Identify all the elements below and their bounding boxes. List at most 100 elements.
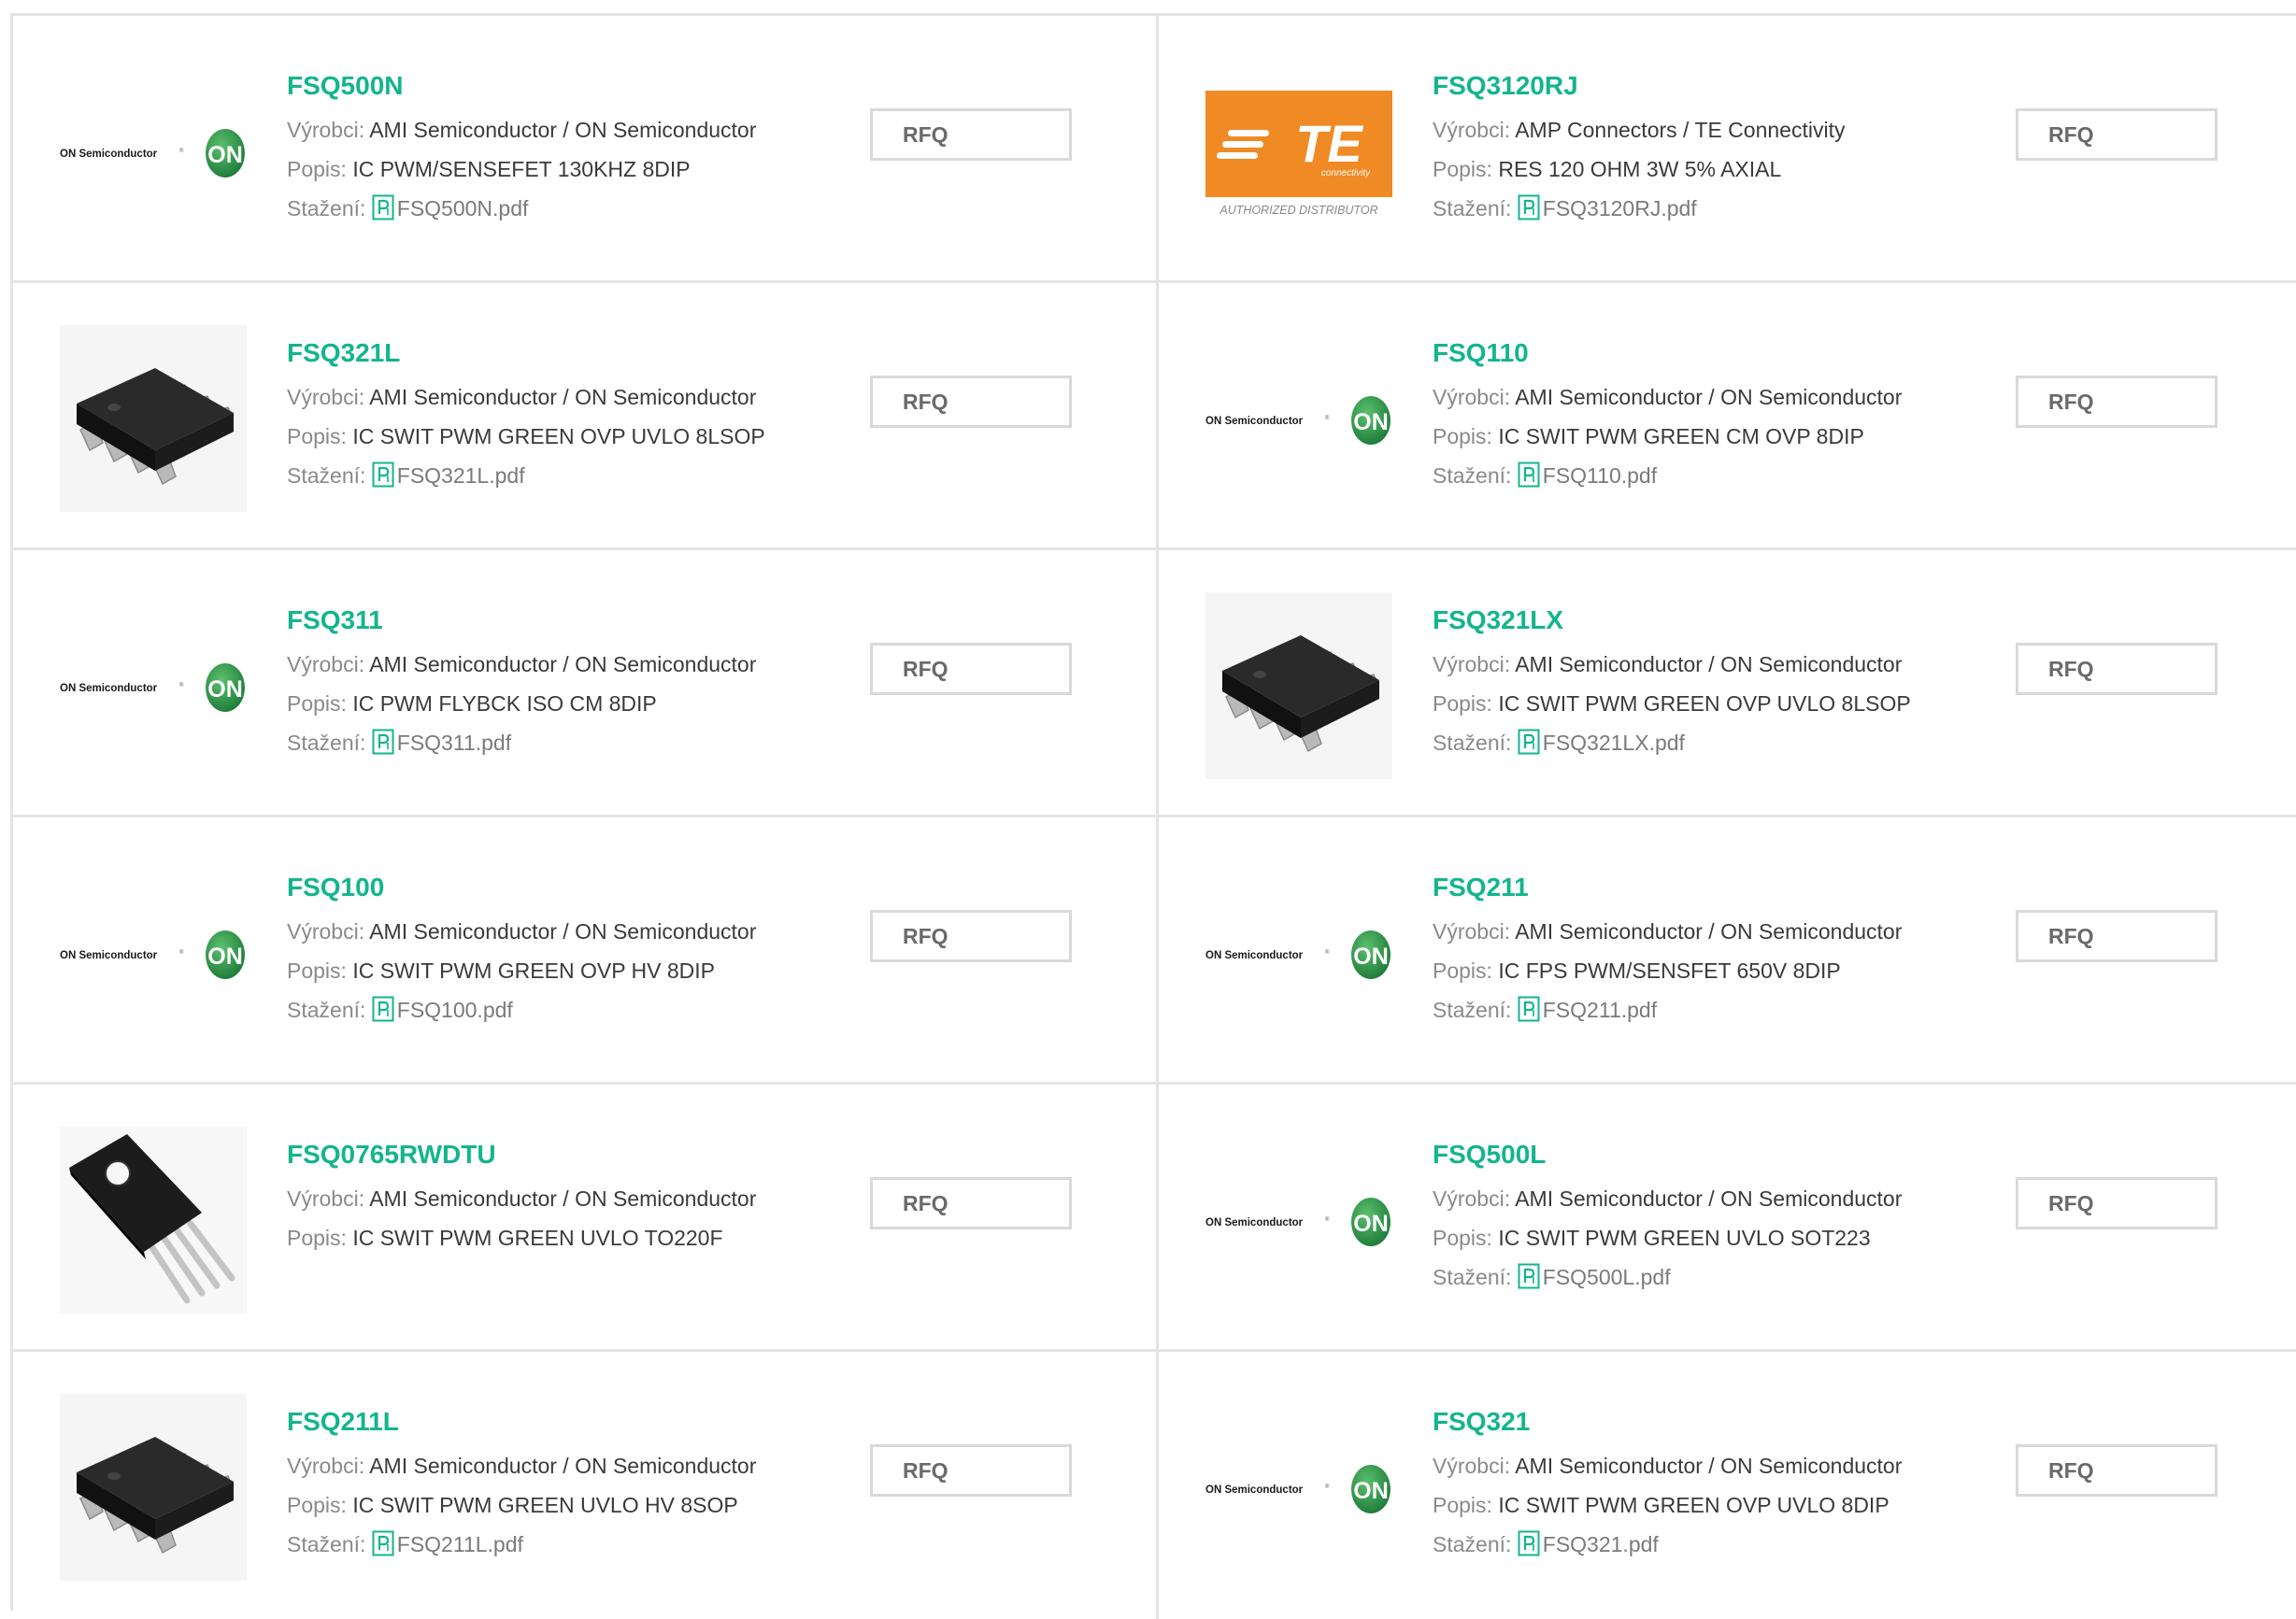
part-number-link[interactable]: FSQ321LX xyxy=(1433,602,1563,639)
part-number-link[interactable]: FSQ500L xyxy=(1433,1136,1546,1173)
description-value: IC PWM FLYBCK ISO CM 8DIP xyxy=(352,691,657,716)
part-number-link[interactable]: FSQ211L xyxy=(287,1403,399,1441)
description-label: Popis: xyxy=(1433,959,1499,983)
manufacturer-label: Výrobci: xyxy=(287,1454,370,1478)
product-card: FSQ321LX Výrobci: AMI Semiconductor / ON… xyxy=(1159,550,2296,817)
part-number-link[interactable]: FSQ100 xyxy=(287,869,384,906)
manufacturer-label: Výrobci: xyxy=(1433,1186,1516,1211)
pdf-icon[interactable] xyxy=(1518,728,1540,755)
manufacturer-label: Výrobci: xyxy=(287,1186,370,1211)
datasheet-link[interactable]: FSQ321L.pdf xyxy=(397,463,525,488)
svg-text:ON: ON xyxy=(1353,944,1389,970)
part-number-link[interactable]: FSQ0765RWDTU xyxy=(287,1136,496,1173)
description-value: IC SWIT PWM GREEN OVP HV 8DIP xyxy=(352,959,715,983)
pdf-icon[interactable] xyxy=(372,193,394,220)
datasheet-link[interactable]: FSQ211L.pdf xyxy=(397,1532,523,1556)
manufacturer-label: Výrobci: xyxy=(287,919,370,944)
download-label: Stažení: xyxy=(287,1532,372,1556)
product-image[interactable]: ON Semiconductor ® ON xyxy=(60,859,247,1046)
sop8-chip-icon xyxy=(60,1394,247,1581)
pdf-icon[interactable] xyxy=(1518,995,1540,1022)
download-row: Stažení: FSQ100.pdf xyxy=(287,990,866,1030)
rfq-button[interactable]: RFQ xyxy=(2016,108,2218,161)
product-info: FSQ110 Výrobci: AMI Semiconductor / ON S… xyxy=(1433,334,2012,495)
rfq-button[interactable]: RFQ xyxy=(870,1444,1072,1497)
svg-text:®: ® xyxy=(1325,1216,1330,1223)
product-image[interactable]: TE connectivity AUTHORIZED DISTRIBUTOR xyxy=(1205,58,1392,245)
rfq-button[interactable]: RFQ xyxy=(870,910,1072,962)
datasheet-link[interactable]: FSQ500N.pdf xyxy=(397,196,529,220)
part-number-link[interactable]: FSQ3120RJ xyxy=(1433,67,1578,105)
product-card: ON Semiconductor ® ON FSQ500N Výrobci: AMI… xyxy=(13,16,1159,283)
download-label: Stažení: xyxy=(287,196,372,220)
rfq-button[interactable]: RFQ xyxy=(2016,1177,2218,1229)
rfq-button[interactable]: RFQ xyxy=(2016,643,2218,695)
pdf-icon[interactable] xyxy=(372,728,394,755)
svg-text:ON: ON xyxy=(207,142,243,168)
description-row: Popis: IC SWIT PWM GREEN UVLO TO220F xyxy=(287,1218,866,1257)
product-image[interactable]: ON Semiconductor ® ON xyxy=(1205,859,1392,1046)
datasheet-link[interactable]: FSQ3120RJ.pdf xyxy=(1543,196,1697,220)
description-value: IC SWIT PWM GREEN OVP UVLO 8LSOP xyxy=(1498,691,1911,716)
part-number-link[interactable]: FSQ311 xyxy=(287,602,383,639)
svg-text:ON Semiconductor: ON Semiconductor xyxy=(60,149,158,160)
product-image[interactable] xyxy=(60,325,247,512)
svg-text:ON Semiconductor: ON Semiconductor xyxy=(1205,1217,1304,1228)
rfq-button[interactable]: RFQ xyxy=(870,643,1072,695)
rfq-button[interactable]: RFQ xyxy=(870,1177,1072,1229)
product-image[interactable]: ON Semiconductor ® ON xyxy=(1205,325,1392,512)
pdf-icon[interactable] xyxy=(1518,1529,1540,1556)
product-image[interactable]: ON Semiconductor ® ON xyxy=(1205,1394,1392,1581)
product-image[interactable] xyxy=(60,1394,247,1581)
part-number-link[interactable]: FSQ211 xyxy=(1433,869,1529,906)
datasheet-link[interactable]: FSQ321.pdf xyxy=(1543,1532,1659,1556)
te-connectivity-logo-icon: TEconnectivity AUTHORIZED DISTRIBUTOR xyxy=(1205,91,1392,217)
part-number-link[interactable]: FSQ110 xyxy=(1433,334,1529,372)
description-label: Popis: xyxy=(1433,157,1499,181)
datasheet-link[interactable]: FSQ211.pdf xyxy=(1543,998,1657,1022)
datasheet-link[interactable]: FSQ321LX.pdf xyxy=(1543,731,1685,755)
pdf-icon[interactable] xyxy=(372,1529,394,1556)
datasheet-link[interactable]: FSQ100.pdf xyxy=(397,998,513,1022)
on-semiconductor-logo-icon: ON Semiconductor ® ON xyxy=(60,930,245,979)
datasheet-link[interactable]: FSQ500L.pdf xyxy=(1543,1265,1671,1289)
download-label: Stažení: xyxy=(1433,196,1518,220)
product-image[interactable]: ON Semiconductor ® ON xyxy=(60,58,247,245)
svg-text:®: ® xyxy=(179,949,184,956)
manufacturer-row: Výrobci: AMI Semiconductor / ON Semicond… xyxy=(1433,1446,2012,1485)
pdf-icon[interactable] xyxy=(1518,193,1540,220)
product-image[interactable] xyxy=(60,1127,247,1314)
rfq-button[interactable]: RFQ xyxy=(2016,910,2218,962)
description-label: Popis: xyxy=(287,157,353,181)
datasheet-link[interactable]: FSQ110.pdf xyxy=(1543,463,1657,488)
product-image[interactable]: ON Semiconductor ® ON xyxy=(60,592,247,779)
product-info: FSQ321 Výrobci: AMI Semiconductor / ON S… xyxy=(1433,1403,2012,1564)
part-number-link[interactable]: FSQ500N xyxy=(287,67,404,105)
description-row: Popis: IC SWIT PWM GREEN UVLO HV 8SOP xyxy=(287,1485,866,1525)
product-image[interactable]: ON Semiconductor ® ON xyxy=(1205,1127,1392,1314)
product-image[interactable] xyxy=(1205,592,1392,779)
on-semiconductor-logo-icon: ON Semiconductor ® ON xyxy=(60,129,245,178)
pdf-icon[interactable] xyxy=(1518,1262,1540,1289)
rfq-button[interactable]: RFQ xyxy=(870,108,1072,161)
download-label: Stažení: xyxy=(1433,998,1518,1022)
manufacturer-row: Výrobci: AMI Semiconductor / ON Semicond… xyxy=(1433,1179,2012,1218)
rfq-button[interactable]: RFQ xyxy=(2016,376,2218,428)
pdf-icon[interactable] xyxy=(372,461,394,488)
manufacturer-label: Výrobci: xyxy=(1433,1454,1516,1478)
rfq-button[interactable]: RFQ xyxy=(2016,1444,2218,1497)
svg-text:ON: ON xyxy=(1353,409,1389,435)
pdf-icon[interactable] xyxy=(1518,461,1540,488)
svg-text:®: ® xyxy=(179,148,184,154)
description-label: Popis: xyxy=(1433,1493,1499,1517)
download-label: Stažení: xyxy=(1433,1532,1518,1556)
svg-text:connectivity: connectivity xyxy=(1321,168,1371,178)
manufacturer-row: Výrobci: AMI Semiconductor / ON Semicond… xyxy=(1433,912,2012,951)
datasheet-link[interactable]: FSQ311.pdf xyxy=(397,731,511,755)
part-number-link[interactable]: FSQ321L xyxy=(287,334,400,372)
part-number-link[interactable]: FSQ321 xyxy=(1433,1403,1530,1441)
product-card: ON Semiconductor ® ON FSQ500L Výrobci: AMI… xyxy=(1159,1085,2296,1352)
product-card: FSQ0765RWDTU Výrobci: AMI Semiconductor … xyxy=(13,1085,1159,1352)
rfq-button[interactable]: RFQ xyxy=(870,376,1072,428)
pdf-icon[interactable] xyxy=(372,995,394,1022)
